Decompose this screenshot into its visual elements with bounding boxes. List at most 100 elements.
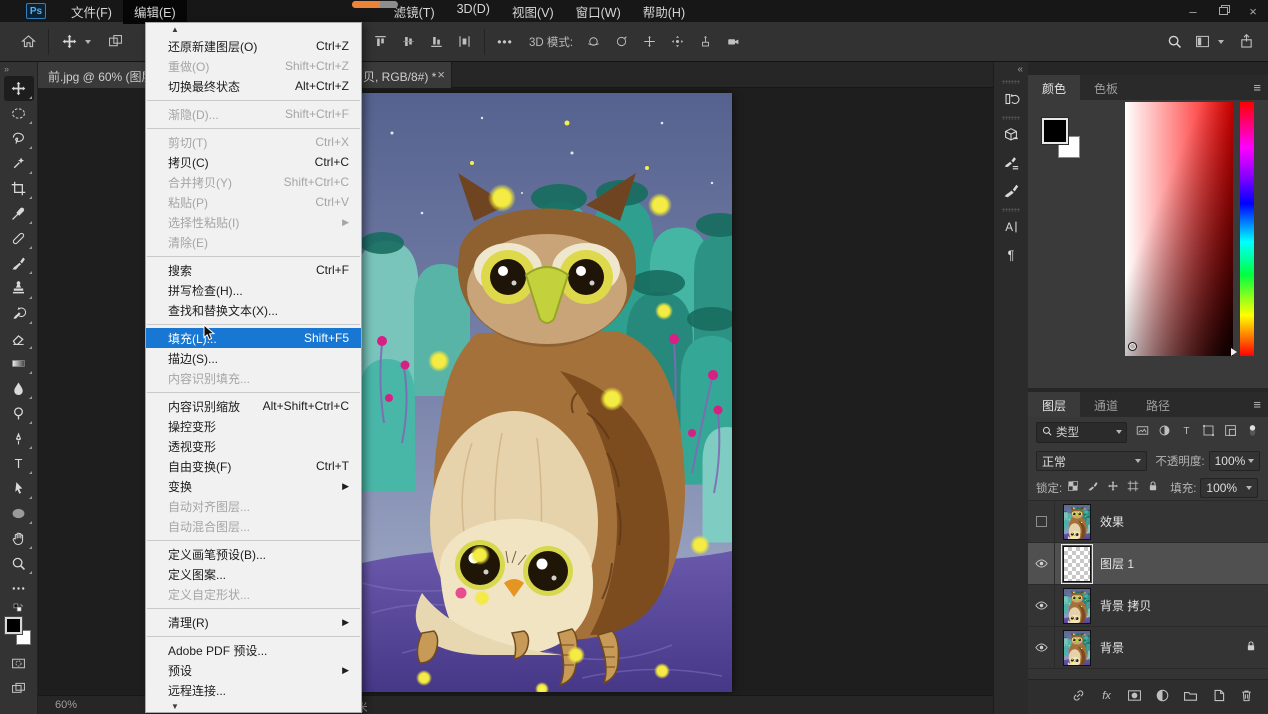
expand-panels-chevrons[interactable]: «: [994, 62, 1028, 77]
filter-adjustment-layer-button[interactable]: [1157, 423, 1172, 441]
tool-shape[interactable]: [4, 501, 34, 526]
align-bottom-button[interactable]: [422, 28, 450, 56]
lock-all-button[interactable]: [1146, 479, 1160, 496]
move-tool-icon[interactable]: [55, 28, 83, 56]
layer-thumbnail[interactable]: [1063, 630, 1091, 666]
scroll-down-arrow[interactable]: ▼: [146, 700, 361, 713]
menubar-item-6[interactable]: 窗口(W): [565, 0, 632, 24]
color-panel-tab[interactable]: 色板: [1080, 75, 1132, 100]
3d-scale-button[interactable]: [691, 28, 719, 56]
layer-row[interactable]: 背景 拷贝: [1028, 585, 1268, 627]
tool-healing[interactable]: [4, 226, 34, 251]
3d-slide-button[interactable]: [663, 28, 691, 56]
lock-artboard-button[interactable]: [1126, 479, 1140, 496]
layer-row[interactable]: 效果: [1028, 501, 1268, 543]
align-center-v-button[interactable]: [394, 28, 422, 56]
layer-row[interactable]: 背景: [1028, 627, 1268, 669]
chevron-down-icon[interactable]: [85, 40, 91, 44]
3d-pan-button[interactable]: [635, 28, 663, 56]
edit-menu-item-26[interactable]: 自由变换(F)Ctrl+T: [146, 456, 361, 476]
menubar-item-7[interactable]: 帮助(H): [632, 0, 696, 24]
expand-toolbar-chevrons[interactable]: »: [0, 62, 37, 76]
home-icon[interactable]: [14, 28, 42, 56]
hue-slider[interactable]: [1240, 102, 1254, 356]
layer-thumbnail[interactable]: [1063, 588, 1091, 624]
new-group-button[interactable]: [1182, 687, 1199, 707]
document-image[interactable]: [362, 93, 732, 692]
distribute-button[interactable]: [450, 28, 478, 56]
link-layers-button[interactable]: [1070, 687, 1087, 707]
delete-layer-button[interactable]: [1238, 687, 1255, 707]
dock-properties-button[interactable]: [996, 121, 1026, 149]
scroll-up-arrow[interactable]: ▲: [146, 23, 361, 36]
edit-menu-item-31[interactable]: 定义画笔预设(B)...: [146, 544, 361, 564]
tool-type[interactable]: T: [4, 451, 34, 476]
dock-paragraph-button[interactable]: ¶: [996, 241, 1026, 269]
foreground-color-swatch[interactable]: [5, 617, 22, 634]
tool-marquee[interactable]: [4, 101, 34, 126]
new-layer-button[interactable]: [1210, 687, 1227, 707]
panel-menu-icon[interactable]: ≡: [1253, 397, 1260, 412]
filter-pixel-layer-button[interactable]: [1135, 423, 1150, 441]
edit-menu-item-9[interactable]: 拷贝(C)Ctrl+C: [146, 152, 361, 172]
layer-row[interactable]: 图层 1: [1028, 543, 1268, 585]
menubar-item-2[interactable]: 编辑(E): [123, 0, 187, 24]
layer-filter-type-dropdown[interactable]: 类型: [1036, 422, 1127, 443]
lock-transparent-button[interactable]: [1066, 479, 1080, 496]
edit-menu-item-24[interactable]: 操控变形: [146, 416, 361, 436]
tool-blur[interactable]: [4, 376, 34, 401]
visibility-toggle[interactable]: [1028, 585, 1055, 626]
visibility-toggle[interactable]: [1028, 543, 1055, 584]
tool-zoom-tool[interactable]: [4, 551, 34, 576]
zoom-level-field[interactable]: 60%: [55, 699, 77, 711]
tool-gradient[interactable]: [4, 351, 34, 376]
layers-panel-tab[interactable]: 路径: [1132, 392, 1184, 417]
workspace-icon[interactable]: [1188, 28, 1216, 56]
menubar-item-5[interactable]: 视图(V): [501, 0, 565, 24]
edit-menu-item-19[interactable]: 填充(L)...Shift+F5: [146, 328, 361, 348]
edit-menu-item-15[interactable]: 搜索Ctrl+F: [146, 260, 361, 280]
layer-effects-button[interactable]: fx: [1098, 687, 1115, 707]
edit-menu-item-4[interactable]: 切换最终状态Alt+Ctrl+Z: [146, 76, 361, 96]
hue-slider-marker[interactable]: [1231, 348, 1237, 356]
3d-orbit-button[interactable]: [579, 28, 607, 56]
visibility-toggle[interactable]: [1028, 627, 1055, 668]
align-top-button[interactable]: [366, 28, 394, 56]
lock-pixels-button[interactable]: [1086, 479, 1100, 496]
filter-type-layer-button[interactable]: T: [1179, 423, 1194, 441]
fill-field[interactable]: 100%: [1200, 478, 1258, 498]
dock-character-button[interactable]: A: [996, 213, 1026, 241]
menubar-item-1[interactable]: 文件(F): [60, 0, 123, 24]
restore-button[interactable]: [1208, 0, 1238, 22]
layers-panel-tab[interactable]: 图层: [1028, 392, 1080, 417]
filter-smart-object-button[interactable]: [1223, 423, 1238, 441]
edit-menu-item-39[interactable]: 远程连接...: [146, 680, 361, 700]
tool-pen[interactable]: [4, 426, 34, 451]
dock-history-button[interactable]: [996, 85, 1026, 113]
tool-more-tools[interactable]: [4, 576, 34, 601]
dock-brushes-button[interactable]: [996, 177, 1026, 205]
swap-colors-icon[interactable]: [4, 601, 34, 615]
foreground-color-swatch[interactable]: [1042, 118, 1068, 144]
layer-thumbnail[interactable]: [1063, 504, 1091, 540]
tool-history-brush[interactable]: [4, 301, 34, 326]
edit-menu-item-25[interactable]: 透视变形: [146, 436, 361, 456]
blend-mode-dropdown[interactable]: 正常: [1036, 451, 1147, 471]
edit-menu-item-16[interactable]: 拼写检查(H)...: [146, 280, 361, 300]
layer-thumbnail[interactable]: [1063, 546, 1091, 582]
chevron-down-icon[interactable]: [1218, 40, 1224, 44]
tool-quick-select[interactable]: [4, 151, 34, 176]
filter-filter-toggle-button[interactable]: [1245, 423, 1260, 441]
dock-brush-settings-button[interactable]: [996, 149, 1026, 177]
3d-roll-button[interactable]: [607, 28, 635, 56]
opacity-field[interactable]: 100%: [1209, 451, 1260, 471]
more-options-icon[interactable]: •••: [491, 28, 519, 56]
screen-mode-button[interactable]: [4, 676, 34, 701]
tool-clone-stamp[interactable]: [4, 276, 34, 301]
edit-menu-item-2[interactable]: 还原新建图层(O)Ctrl+Z: [146, 36, 361, 56]
ps-logo[interactable]: Ps: [26, 3, 46, 19]
3d-camera-button[interactable]: [719, 28, 747, 56]
tool-path-select[interactable]: [4, 476, 34, 501]
tool-move[interactable]: [4, 76, 34, 101]
edit-menu-item-20[interactable]: 描边(S)...: [146, 348, 361, 368]
